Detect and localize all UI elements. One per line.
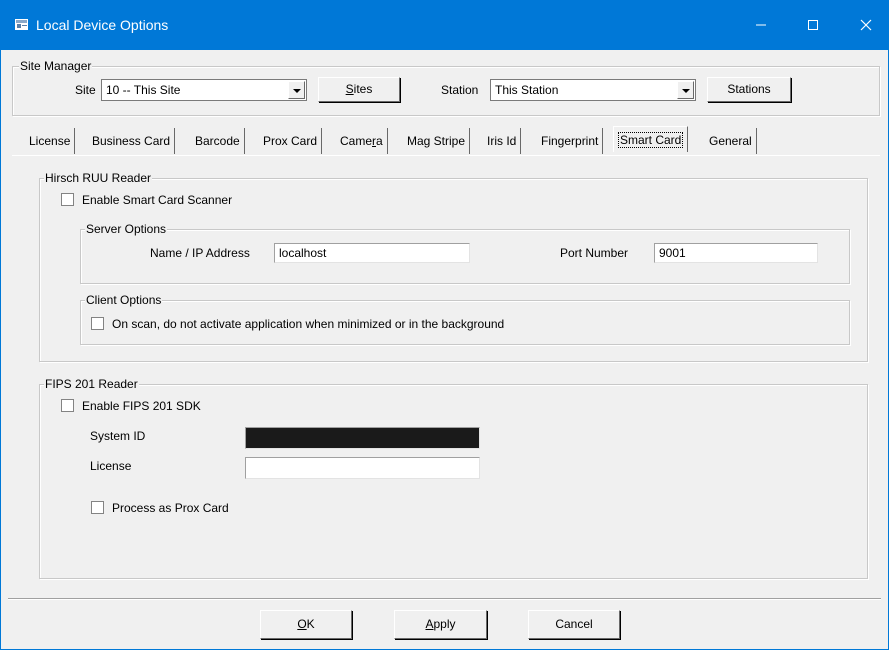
no-activate-checkbox[interactable]: On scan, do not activate application whe… — [91, 317, 591, 331]
maximize-icon — [808, 20, 818, 30]
license-label: License — [90, 459, 132, 473]
apply-button[interactable]: Apply — [394, 610, 487, 639]
enable-fips-box[interactable] — [61, 399, 74, 412]
tab-camera-label: Camera — [340, 134, 383, 148]
tab-smart-card-label: Smart Card — [618, 132, 684, 148]
tab-barcode-label: Barcode — [195, 134, 240, 148]
tab-camera-label-pre: Came — [340, 134, 373, 148]
tab-barcode[interactable]: Barcode — [191, 128, 245, 154]
tab-business-card[interactable]: Business Card — [88, 128, 176, 154]
system-id-label: System ID — [90, 429, 146, 443]
enable-fips-label: Enable FIPS 201 SDK — [82, 399, 201, 413]
tab-prox-card[interactable]: Prox Card — [259, 128, 323, 154]
tab-general-label: General — [709, 134, 752, 148]
tab-fingerprint[interactable]: Fingerprint — [537, 128, 604, 154]
minimize-icon — [756, 24, 766, 26]
enable-fips-checkbox[interactable]: Enable FIPS 201 SDK — [61, 399, 261, 413]
tab-mag-stripe-label: Mag Stripe — [407, 134, 466, 148]
tab-license[interactable]: License — [25, 128, 76, 154]
site-manager-title: Site Manager — [19, 59, 93, 73]
fips-reader-group: FIPS 201 Reader — [39, 377, 868, 579]
close-icon — [860, 19, 872, 31]
sites-button-accel: S — [345, 82, 354, 96]
process-prox-box[interactable] — [91, 501, 104, 514]
app-icon — [15, 19, 28, 30]
tab-iris-id-label: Iris Id — [487, 134, 517, 148]
system-id-input[interactable] — [245, 427, 480, 449]
station-label: Station — [441, 83, 479, 97]
chevron-down-icon[interactable] — [288, 81, 305, 99]
stations-button-label: Stations — [727, 82, 771, 96]
tab-general[interactable]: General — [705, 128, 757, 154]
port-number-label: Port Number — [560, 246, 629, 260]
tab-iris-id[interactable]: Iris Id — [483, 128, 522, 154]
tab-smart-card[interactable]: Smart Card — [613, 126, 689, 152]
apply-button-label: pply — [433, 617, 456, 631]
tab-prox-card-label: Prox Card — [263, 134, 318, 148]
station-dropdown-value: This Station — [495, 83, 559, 97]
enable-smart-card-checkbox[interactable]: Enable Smart Card Scanner — [61, 193, 291, 207]
apply-button-accel: A — [425, 617, 434, 631]
license-input[interactable] — [245, 457, 480, 479]
process-prox-checkbox[interactable]: Process as Prox Card — [91, 501, 291, 515]
ok-button-label: K — [306, 617, 315, 631]
tab-camera[interactable]: Camera — [336, 128, 388, 154]
ok-button[interactable]: OK — [260, 610, 352, 639]
window-title: Local Device Options — [36, 17, 169, 33]
ok-button-accel: O — [297, 617, 307, 631]
server-options-title: Server Options — [85, 222, 168, 236]
maximize-button[interactable] — [790, 0, 836, 50]
minimize-button[interactable] — [738, 0, 784, 50]
site-dropdown[interactable]: 10 -- This Site — [101, 79, 307, 101]
sites-button[interactable]: Sites — [318, 77, 400, 102]
enable-smart-card-box[interactable] — [61, 193, 74, 206]
tab-fingerprint-label: Fingerprint — [541, 134, 599, 148]
enable-smart-card-label: Enable Smart Card Scanner — [82, 193, 233, 207]
cancel-button[interactable]: Cancel — [528, 610, 620, 639]
station-dropdown[interactable]: This Station — [490, 79, 696, 101]
tab-business-card-label: Business Card — [92, 134, 171, 148]
title-bar[interactable]: Local Device Options — [0, 0, 889, 50]
close-button[interactable] — [843, 0, 889, 50]
tab-license-label: License — [29, 134, 71, 148]
tab-mag-stripe[interactable]: Mag Stripe — [403, 128, 471, 154]
site-dropdown-value: 10 -- This Site — [106, 83, 181, 97]
hirsch-reader-title: Hirsch RUU Reader — [44, 171, 153, 185]
name-ip-input[interactable]: localhost — [274, 243, 470, 263]
fips-reader-title: FIPS 201 Reader — [44, 377, 139, 391]
sites-button-label: ites — [353, 82, 373, 96]
stations-button[interactable]: Stations — [707, 77, 791, 102]
no-activate-box[interactable] — [91, 317, 104, 330]
tab-camera-label-post: a — [376, 134, 383, 148]
no-activate-label: On scan, do not activate application whe… — [112, 317, 505, 331]
name-ip-label: Name / IP Address — [150, 246, 250, 260]
cancel-button-label: Cancel — [555, 617, 593, 631]
chevron-down-icon[interactable] — [677, 81, 694, 99]
client-options-title: Client Options — [85, 293, 163, 307]
site-label: Site — [75, 83, 96, 97]
process-prox-label: Process as Prox Card — [112, 501, 229, 515]
port-number-input[interactable]: 9001 — [654, 243, 818, 263]
bottom-divider — [8, 598, 881, 600]
